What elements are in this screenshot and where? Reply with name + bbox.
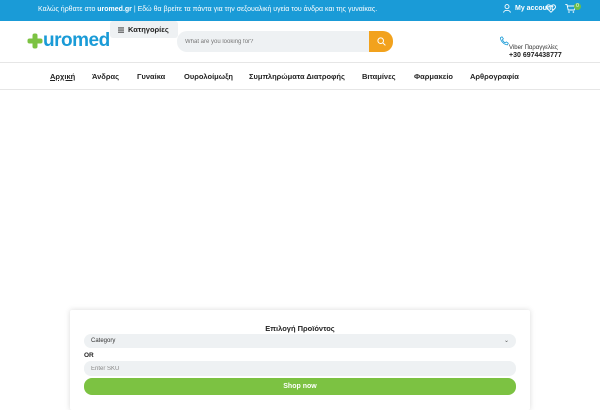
logo-text: uromed (43, 30, 110, 51)
product-finder-title: Επιλογή Προϊόντος (265, 324, 335, 333)
welcome-message: Καλώς ήρθατε στο uromed.gr | Εδώ θα βρεί… (38, 6, 377, 13)
category-select[interactable]: Category ⌄ (84, 334, 516, 348)
welcome-text-tail: | Εδώ θα βρείτε τα πάντα για την σεξουαλ… (131, 6, 378, 13)
site-name: uromed.gr (97, 6, 132, 13)
search-button[interactable] (369, 31, 393, 52)
welcome-text: Καλώς ήρθατε στο (38, 6, 98, 13)
main-navigation: Αρχική Άνδρας Γυναίκα Ουρολοίμωξη Συμπλη… (0, 63, 600, 89)
wishlist-button[interactable] (546, 4, 556, 15)
or-label: OR (84, 352, 94, 359)
search-icon (376, 37, 386, 46)
search-bar (177, 31, 393, 52)
medical-cross-icon (27, 33, 43, 49)
uromed-logo[interactable]: uromed (27, 30, 110, 52)
chevron-down-icon: ⌄ (503, 338, 509, 344)
viber-orders-label: Viber Παραγγελίες (509, 45, 558, 51)
menu-icon (118, 27, 124, 33)
category-select-value: Category (91, 338, 116, 344)
phone-icon (500, 36, 509, 46)
nav-item-articles[interactable]: Αρθρογραφία (470, 72, 519, 81)
sku-input[interactable] (84, 361, 516, 376)
phone-number[interactable]: +30 6974438777 (509, 52, 562, 59)
top-announcement-bar: Καλώς ήρθατε στο uromed.gr | Εδώ θα βρεί… (0, 0, 600, 21)
nav-item-men[interactable]: Άνδρας (92, 72, 119, 81)
nav-divider (0, 89, 600, 90)
nav-item-vitamins[interactable]: Βιταμίνες (362, 72, 396, 81)
shop-now-button[interactable]: Shop now (84, 378, 516, 395)
user-icon (503, 4, 511, 13)
nav-item-supplements[interactable]: Συμπληρώματα Διατροφής (249, 72, 345, 81)
nav-item-women[interactable]: Γυναίκα (137, 72, 165, 81)
nav-item-uti[interactable]: Ουρολοίμωξη (184, 72, 233, 81)
nav-item-pharmacy[interactable]: Φαρμακείο (414, 72, 453, 81)
categories-button[interactable]: Κατηγορίες (110, 21, 178, 38)
categories-label: Κατηγορίες (128, 25, 169, 34)
search-input[interactable] (177, 31, 371, 52)
cart-count-badge: 0 (574, 3, 581, 10)
product-finder-card: Επιλογή Προϊόντος Category ⌄ OR Shop now (70, 310, 530, 410)
heart-icon (546, 4, 556, 13)
nav-item-home[interactable]: Αρχική (50, 72, 75, 81)
